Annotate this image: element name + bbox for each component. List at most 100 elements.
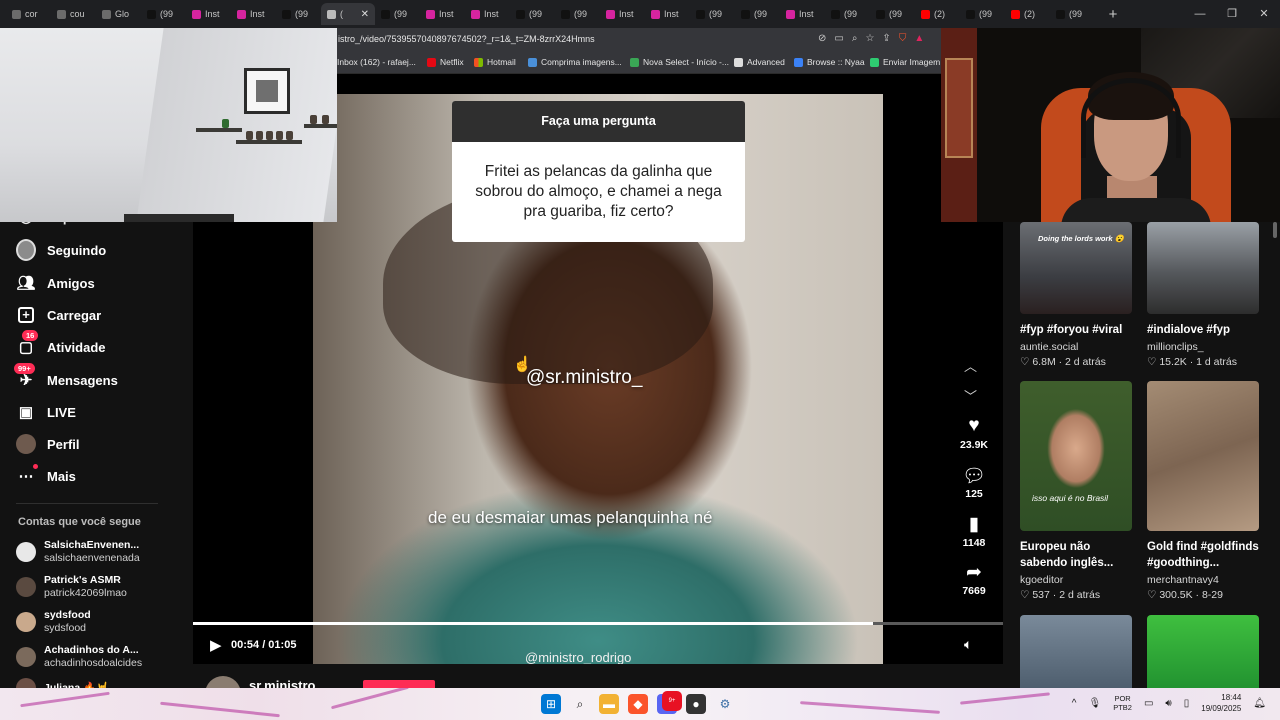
comment-button[interactable]: 💬︎ 125 bbox=[956, 464, 992, 500]
file-explorer-icon[interactable]: ▬ bbox=[599, 694, 619, 714]
browser-tab[interactable]: (99 bbox=[870, 3, 915, 25]
sidebar-item-live[interactable]: ▣ LIVE bbox=[16, 402, 76, 422]
browser-tab[interactable]: (99 bbox=[960, 3, 1005, 25]
discord-icon[interactable]: ☺9+ bbox=[657, 691, 682, 714]
sidebar-item-perfil[interactable]: Perfil bbox=[16, 434, 80, 454]
browser-tab[interactable]: (99 bbox=[735, 3, 780, 25]
feed-user[interactable]: millionclips_ bbox=[1147, 341, 1259, 353]
feed-thumbnail[interactable] bbox=[1147, 381, 1259, 531]
browser-tab[interactable]: Inst bbox=[231, 3, 276, 25]
feed-title[interactable]: #indialove #fyp bbox=[1147, 322, 1259, 338]
previous-video-icon[interactable]: ︿ bbox=[964, 356, 977, 375]
feed-card[interactable]: isso aqui é no Brasil Europeu não sabend… bbox=[1020, 381, 1132, 601]
bookmark-nyaa[interactable]: Browse :: Nyaa bbox=[794, 57, 865, 67]
feed-title[interactable]: #fyp #foryou #viral bbox=[1020, 322, 1132, 338]
browser-tab[interactable]: Inst bbox=[780, 3, 825, 25]
bookmark-comprima[interactable]: Comprima imagens... bbox=[528, 57, 622, 67]
like-button[interactable]: ♥ 23.9K bbox=[956, 415, 992, 451]
feed-thumbnail[interactable]: Doing the lords work 😮 bbox=[1020, 222, 1132, 314]
browser-tab[interactable]: Inst bbox=[186, 3, 231, 25]
feed-card[interactable] bbox=[1147, 615, 1259, 695]
feed-user[interactable]: kgoeditor bbox=[1020, 574, 1132, 586]
sidebar-item-mais[interactable]: ⋯ Mais bbox=[16, 464, 76, 486]
browser-tab[interactable]: Inst bbox=[465, 3, 510, 25]
next-video-icon[interactable]: ﹀ bbox=[964, 386, 977, 405]
close-window-icon[interactable]: ✕ bbox=[1248, 0, 1280, 28]
following-account[interactable]: SalsichaEnvenen... salsichaenvenenada bbox=[16, 539, 140, 565]
browser-tab[interactable]: (99 bbox=[510, 3, 555, 25]
browser-tab[interactable]: (99 bbox=[690, 3, 735, 25]
feed-scrollbar[interactable] bbox=[1273, 222, 1277, 238]
bookmark-enviar-imagem[interactable]: Enviar Imagem p bbox=[870, 57, 947, 67]
browser-tab[interactable]: (99 bbox=[375, 3, 420, 25]
language-indicator[interactable]: POR PTB2 bbox=[1113, 694, 1132, 712]
browser-tab[interactable]: (✕ bbox=[321, 3, 375, 25]
browser-tab[interactable]: (99 bbox=[825, 3, 870, 25]
chevron-up-icon[interactable]: ^ bbox=[1072, 698, 1077, 709]
brave-browser-icon[interactable]: ◆ bbox=[628, 694, 648, 714]
windows-start-icon[interactable]: ⊞ bbox=[541, 694, 561, 714]
share-button[interactable]: ➦ 7669 bbox=[956, 561, 992, 597]
sidebar-item-amigos[interactable]: 👥︎ Amigos bbox=[16, 273, 94, 293]
microphone-icon[interactable]: 🎙︎ bbox=[1089, 698, 1102, 709]
volume-icon[interactable]: 🔈︎ bbox=[964, 636, 972, 653]
feed-title[interactable]: Europeu não sabendo inglês... bbox=[1020, 539, 1132, 571]
notification-bell-icon[interactable]: 🔔︎ bbox=[1253, 698, 1266, 709]
network-icon[interactable]: ▭ bbox=[1144, 698, 1153, 709]
browser-tab[interactable]: (2) bbox=[1005, 3, 1050, 25]
speaker-icon[interactable]: 🔊︎ bbox=[1165, 698, 1171, 709]
feed-card[interactable]: Doing the lords work 😮 #fyp #foryou #vir… bbox=[1020, 222, 1132, 368]
following-account[interactable]: sydsfood sydsfood bbox=[16, 609, 91, 635]
browser-tab[interactable]: (99 bbox=[1050, 3, 1095, 25]
following-account[interactable]: Patrick's ASMR patrick42069lmao bbox=[16, 574, 127, 600]
search-icon[interactable]: ⌕ bbox=[570, 694, 590, 714]
share-icon[interactable]: ⇪ bbox=[882, 33, 890, 44]
feed-thumbnail[interactable] bbox=[1147, 222, 1259, 314]
browser-tab[interactable]: Inst bbox=[420, 3, 465, 25]
video-progress-bar[interactable] bbox=[193, 622, 1003, 625]
minimize-icon[interactable]: — bbox=[1184, 0, 1216, 28]
mute-icon[interactable]: ⊘ bbox=[818, 33, 826, 44]
feed-thumbnail[interactable] bbox=[1020, 615, 1132, 695]
sidebar-item-carregar[interactable]: + Carregar bbox=[16, 305, 101, 325]
browser-tab[interactable]: Inst bbox=[600, 3, 645, 25]
browser-tab[interactable]: (2) bbox=[915, 3, 960, 25]
feed-card[interactable]: Gold find #goldfinds #goodthing... merch… bbox=[1147, 381, 1259, 601]
close-tab-icon[interactable]: ✕ bbox=[361, 9, 369, 20]
battery-icon[interactable]: ▯ bbox=[1184, 698, 1190, 709]
browser-tab[interactable]: (99 bbox=[276, 3, 321, 25]
browser-tab[interactable]: (99 bbox=[555, 3, 600, 25]
settings-gear-icon[interactable]: ⚙ bbox=[715, 694, 735, 714]
browser-tab[interactable]: (99 bbox=[141, 3, 186, 25]
zoom-icon[interactable]: ⌕ bbox=[852, 33, 858, 44]
following-account[interactable]: Achadinhos do A... achadinhosdoalcides bbox=[16, 644, 142, 670]
save-button[interactable]: ▮ 1148 bbox=[956, 513, 992, 549]
sidebar-item-atividade[interactable]: ▢ 16 Atividade bbox=[16, 330, 106, 357]
bookmark-nova-select[interactable]: Nova Select - Início -... bbox=[630, 57, 729, 67]
feed-card[interactable]: #indialove #fyp millionclips_ ♡ 15.2K · … bbox=[1147, 222, 1259, 368]
obs-icon[interactable]: ● bbox=[686, 694, 706, 714]
bookmark-netflix[interactable]: Netflix bbox=[427, 57, 464, 67]
feed-thumbnail[interactable] bbox=[1147, 615, 1259, 695]
feed-user[interactable]: auntie.social bbox=[1020, 341, 1132, 353]
restore-icon[interactable]: ❐ bbox=[1216, 0, 1248, 28]
bookmark-hotmail[interactable]: Hotmail bbox=[474, 57, 516, 67]
sidebar-item-mensagens[interactable]: ✈ 99+ Mensagens bbox=[14, 363, 118, 390]
feed-user[interactable]: merchantnavy4 bbox=[1147, 574, 1259, 586]
url-text[interactable]: istro_/video/7539557040897674502?_r=1&_t… bbox=[338, 34, 595, 44]
bookmark-advanced[interactable]: Advanced bbox=[734, 57, 785, 67]
brave-shield-icon[interactable]: ⛉ bbox=[899, 33, 907, 44]
sidebar-item-seguindo[interactable]: Seguindo bbox=[16, 239, 106, 261]
browser-tab[interactable]: Glo bbox=[96, 3, 141, 25]
new-tab-button[interactable]: + bbox=[1103, 6, 1123, 23]
feed-card[interactable] bbox=[1020, 615, 1132, 695]
play-icon[interactable]: ▶ bbox=[210, 636, 222, 654]
browser-tab[interactable]: cor bbox=[6, 3, 51, 25]
browser-tab[interactable]: Inst bbox=[645, 3, 690, 25]
brave-rewards-icon[interactable]: ▲ bbox=[914, 33, 924, 44]
feed-thumbnail[interactable]: isso aqui é no Brasil bbox=[1020, 381, 1132, 531]
bookmark-inbox[interactable]: Inbox (162) - rafaej... bbox=[337, 57, 416, 67]
cast-icon[interactable]: ▭ bbox=[834, 33, 843, 44]
browser-tab[interactable]: cou bbox=[51, 3, 96, 25]
feed-title[interactable]: Gold find #goldfinds #goodthing... bbox=[1147, 539, 1259, 571]
